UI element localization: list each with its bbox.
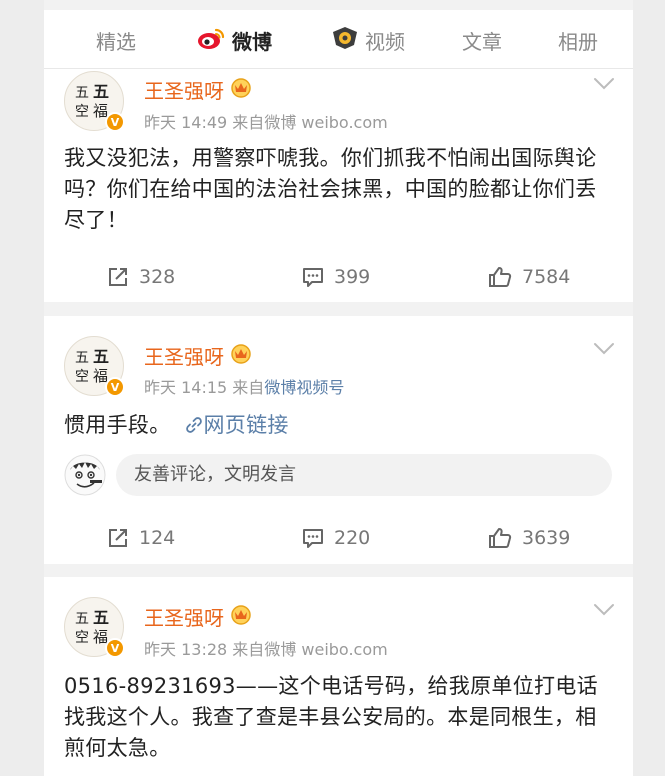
- vip-crown-icon: [229, 342, 253, 369]
- author-name-text: 王圣强呀: [144, 345, 224, 369]
- vip-crown-icon: [229, 603, 253, 630]
- comment-count: 399: [334, 266, 371, 288]
- tab-video-label: 视频: [365, 29, 405, 54]
- comment-button[interactable]: 220: [302, 523, 370, 553]
- app-frame: 精选 微博 视频 文章 相册 五 五 空 福 V 王圣强呀 昨天 14:49 来…: [0, 0, 665, 776]
- like-count: 7584: [522, 266, 571, 288]
- link-icon: [186, 417, 203, 433]
- post-source: 微博 weibo.com: [264, 113, 388, 132]
- repost-button[interactable]: 124: [107, 523, 175, 553]
- tab-articles-label: 文章: [462, 29, 502, 54]
- tab-articles[interactable]: 文章: [462, 26, 502, 54]
- tab-weibo[interactable]: 微博: [196, 26, 272, 54]
- post-actions: 124 220 3639: [44, 523, 633, 553]
- avatar[interactable]: 五 五 空 福 V: [64, 597, 125, 658]
- post-time: 昨天 14:15: [144, 378, 228, 397]
- chevron-down-icon[interactable]: [593, 77, 615, 91]
- repost-button[interactable]: 328: [107, 262, 175, 292]
- chevron-down-icon[interactable]: [593, 603, 615, 617]
- like-button[interactable]: 3639: [488, 523, 570, 553]
- post-actions: 328 399 7584: [44, 262, 633, 292]
- comment-compose: 友善评论，文明发言: [64, 454, 614, 498]
- post-source: 微博 weibo.com: [264, 640, 388, 659]
- post-time: 昨天 13:28: [144, 640, 228, 659]
- svg-text:五: 五: [93, 347, 109, 366]
- chevron-down-icon[interactable]: [593, 342, 615, 356]
- comment-icon: [303, 529, 323, 548]
- repost-count: 124: [139, 527, 176, 549]
- thumbs-up-icon: [489, 528, 512, 548]
- commenter-avatar: [64, 454, 106, 496]
- source-prefix: 来自: [232, 113, 265, 132]
- thumbs-up-icon: [489, 267, 512, 287]
- author-name[interactable]: 王圣强呀: [144, 75, 253, 104]
- like-count: 3639: [522, 527, 571, 549]
- post-meta: 昨天 14:15 来自微博视频号: [144, 374, 344, 398]
- post-time: 昨天 14:49: [144, 113, 228, 132]
- svg-text:五: 五: [75, 85, 89, 101]
- comment-icon: [303, 268, 323, 287]
- repost-count: 328: [139, 266, 176, 288]
- video-channel-icon: [331, 26, 359, 55]
- tab-album[interactable]: 相册: [558, 26, 598, 54]
- post-meta: 昨天 14:49 来自微博 weibo.com: [144, 109, 388, 133]
- post-text: 惯用手段。: [64, 413, 171, 437]
- web-link-text: 网页链接: [203, 413, 289, 437]
- repost-icon: [109, 268, 127, 286]
- svg-text:五: 五: [93, 82, 109, 101]
- profile-tab-bar: 精选 微博 视频 文章 相册: [44, 10, 633, 69]
- verified-badge-icon: V: [105, 638, 125, 658]
- like-button[interactable]: 7584: [488, 262, 570, 292]
- source-prefix: 来自: [232, 640, 265, 659]
- svg-text:五: 五: [75, 611, 89, 627]
- post-card[interactable]: 五 五 空 福 V 王圣强呀 昨天 13:28 来自微博 weibo.com 0…: [44, 577, 633, 776]
- avatar[interactable]: 五 五 空 福 V: [64, 71, 125, 132]
- author-name-text: 王圣强呀: [144, 79, 224, 103]
- svg-text:空: 空: [75, 104, 89, 120]
- svg-text:五: 五: [93, 608, 109, 627]
- post-text: 0516-89231693——这个电话号码，给我原单位打电话找我这个人。我查了查…: [64, 674, 598, 760]
- author-name[interactable]: 王圣强呀: [144, 341, 253, 370]
- svg-text:空: 空: [75, 369, 89, 385]
- author-name[interactable]: 王圣强呀: [144, 602, 253, 631]
- tab-weibo-label: 微博: [232, 29, 272, 54]
- comment-input[interactable]: 友善评论，文明发言: [116, 454, 612, 496]
- tab-featured-label: 精选: [96, 29, 136, 54]
- svg-text:空: 空: [75, 630, 89, 646]
- profile-feed: 精选 微博 视频 文章 相册 五 五 空 福 V 王圣强呀 昨天 14:49 来…: [44, 0, 633, 776]
- post-card[interactable]: 五 五 空 福 V 王圣强呀 昨天 14:15 来自微博视频号 惯用手段。 网页…: [44, 316, 633, 564]
- comment-count: 220: [334, 527, 371, 549]
- tab-video[interactable]: 视频: [331, 26, 405, 54]
- repost-icon: [109, 529, 127, 547]
- post-source[interactable]: 微博视频号: [264, 378, 344, 397]
- source-prefix: 来自: [232, 378, 265, 397]
- comment-button[interactable]: 399: [302, 262, 370, 292]
- post-card[interactable]: 五 五 空 福 V 王圣强呀 昨天 14:49 来自微博 weibo.com 我…: [44, 69, 633, 302]
- tab-album-label: 相册: [558, 29, 598, 54]
- tab-featured[interactable]: 精选: [96, 26, 136, 54]
- post-text-wrap: 惯用手段。 网页链接: [64, 410, 614, 441]
- post-text: 我又没犯法，用警察吓唬我。你们抓我不怕闹出国际舆论吗？你们在给中国的法治社会抹黑…: [64, 146, 597, 232]
- right-margin: [633, 0, 665, 776]
- left-margin: [0, 0, 44, 776]
- weibo-logo-icon: [196, 26, 226, 55]
- verified-badge-icon: V: [105, 112, 125, 132]
- vip-crown-icon: [229, 76, 253, 103]
- post-meta: 昨天 13:28 来自微博 weibo.com: [144, 636, 388, 660]
- verified-badge-icon: V: [105, 377, 125, 397]
- web-link[interactable]: 网页链接: [185, 413, 288, 437]
- svg-text:五: 五: [75, 350, 89, 366]
- avatar[interactable]: 五 五 空 福 V: [64, 336, 125, 397]
- cartoon-face-icon: [64, 454, 106, 496]
- author-name-text: 王圣强呀: [144, 606, 224, 630]
